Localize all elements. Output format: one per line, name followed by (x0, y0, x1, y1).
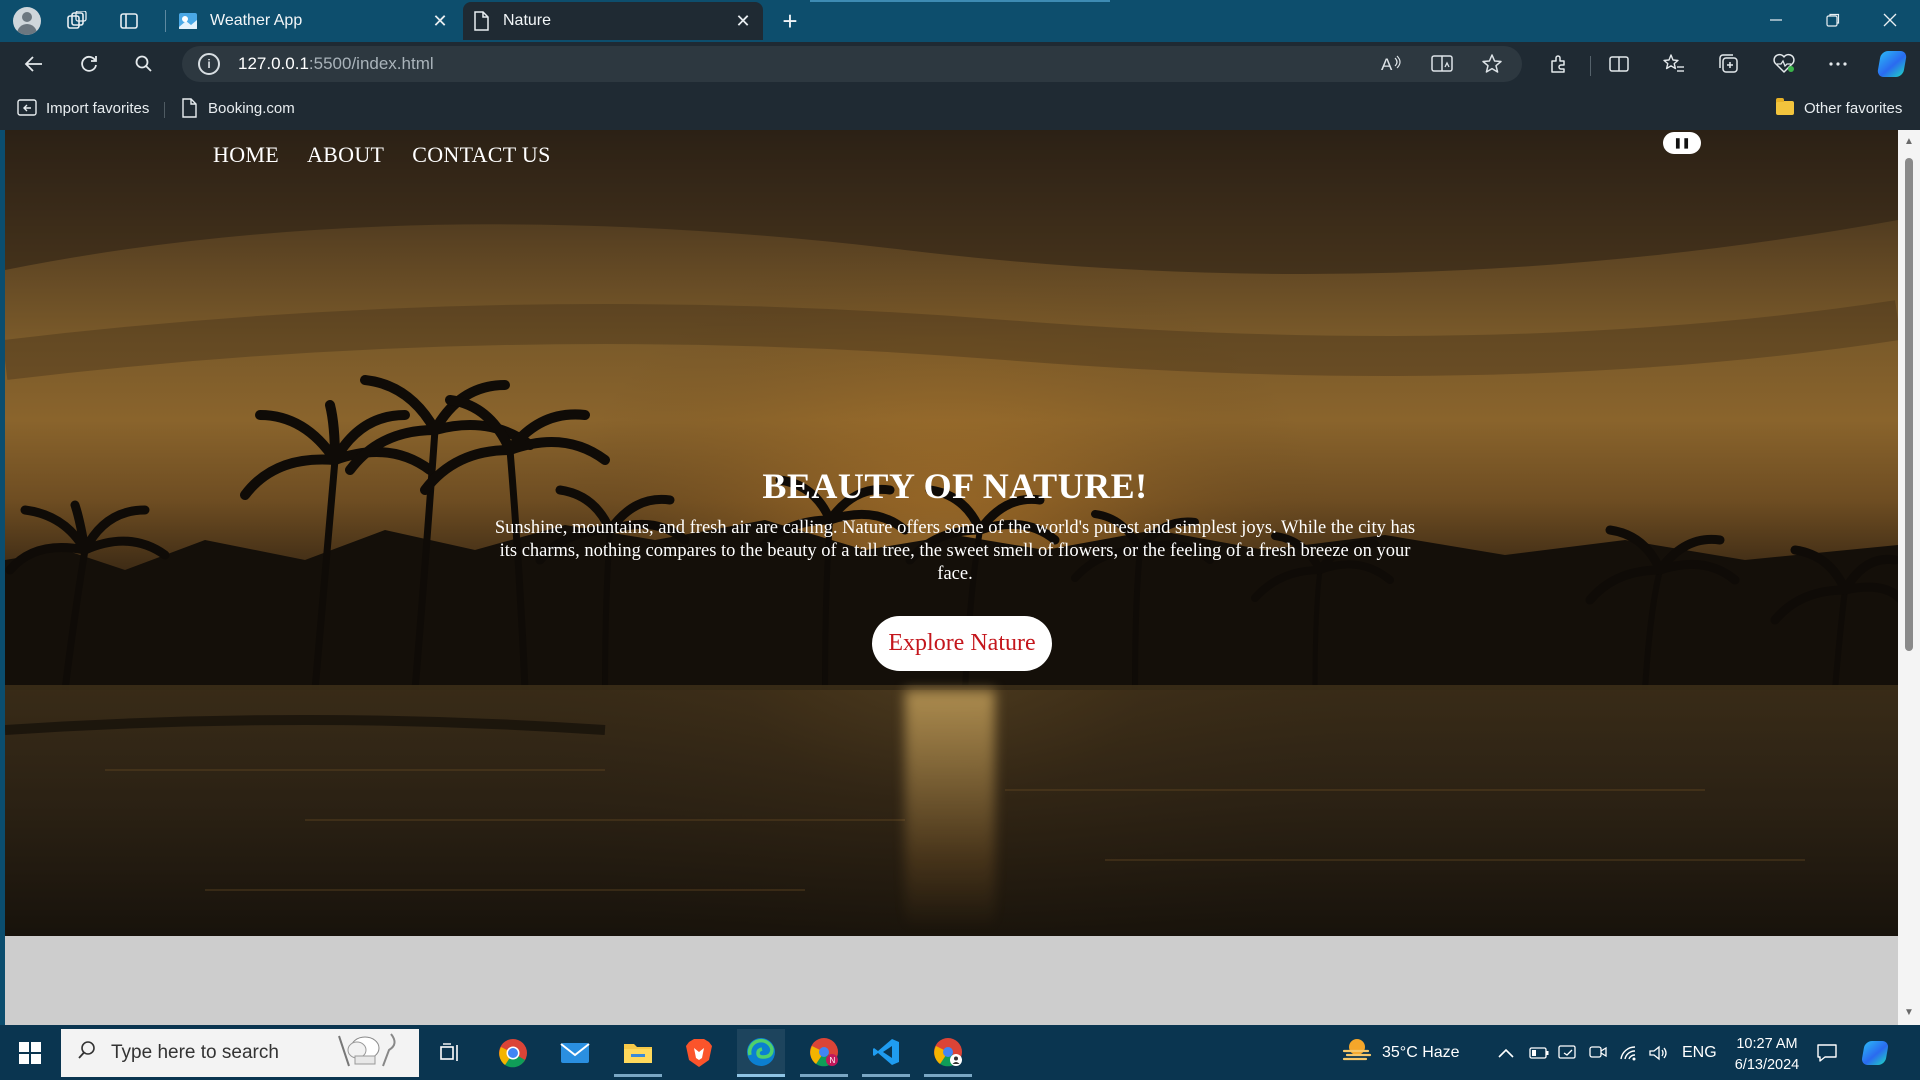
task-view-icon[interactable] (426, 1029, 474, 1077)
volume-icon[interactable] (1648, 1025, 1668, 1080)
show-hidden-icons-icon[interactable] (1498, 1025, 1514, 1080)
copilot-taskbar-icon[interactable] (1860, 1025, 1890, 1080)
explore-nature-button[interactable]: Explore Nature (872, 616, 1052, 671)
system-clock[interactable]: 10:27 AM 6/13/2024 (1720, 1034, 1814, 1076)
camera-icon[interactable] (1589, 1025, 1607, 1080)
weather-widget[interactable]: 35°C Haze (1342, 1025, 1460, 1080)
screen: Weather App ✕ Nature ✕ + i 127.0.0.1:550… (0, 0, 1920, 1080)
search-icon (77, 1040, 97, 1066)
browser-essentials-icon[interactable] (1766, 46, 1802, 82)
page-scrollbar[interactable]: ▲ ▼ (1898, 130, 1920, 1025)
close-tab-icon[interactable]: ✕ (428, 9, 452, 33)
taskbar-search-input[interactable]: Type here to search (61, 1029, 419, 1077)
url-text: 127.0.0.1:5500/index.html (238, 54, 434, 73)
notifications-icon[interactable] (1816, 1025, 1838, 1080)
tab-separator (165, 10, 166, 32)
nav-about-link[interactable]: ABOUT (307, 142, 384, 168)
avatar (13, 7, 41, 35)
chrome-profile-icon[interactable]: N (800, 1029, 848, 1077)
toolbar-divider (1590, 56, 1591, 76)
scroll-down-icon[interactable]: ▼ (1902, 1005, 1916, 1019)
profile-button[interactable] (10, 5, 44, 37)
hero-description: Sunshine, mountains, and fresh air are c… (494, 518, 1416, 584)
other-favorites-label: Other favorites (1804, 99, 1903, 117)
clock-date: 6/13/2024 (1734, 1057, 1800, 1073)
battery-icon[interactable] (1529, 1025, 1549, 1080)
mail-icon[interactable] (551, 1029, 599, 1077)
workspaces-icon[interactable] (60, 5, 94, 37)
import-favorites-label: Import favorites (46, 99, 150, 117)
clock-time: 10:27 AM (1736, 1036, 1798, 1052)
scroll-up-icon[interactable]: ▲ (1902, 134, 1916, 148)
page-viewport: HOME ABOUT CONTACT US ❚❚ BEAUTY OF NATUR… (5, 130, 1898, 1025)
refresh-button[interactable] (71, 46, 107, 82)
folder-icon (1774, 97, 1796, 119)
sun-reflection (905, 690, 995, 930)
browser-toolbar: i 127.0.0.1:5500/index.html A (0, 42, 1920, 86)
edge-icon[interactable] (737, 1029, 785, 1077)
page-icon (178, 97, 200, 119)
svg-text:A: A (1381, 55, 1393, 74)
wifi-icon[interactable] (1619, 1025, 1639, 1080)
copilot-icon[interactable] (1874, 46, 1910, 82)
site-info-icon[interactable]: i (198, 53, 220, 75)
page-icon (471, 11, 491, 31)
nav-home-link[interactable]: HOME (213, 142, 279, 168)
other-favorites-folder[interactable]: Other favorites (1774, 96, 1902, 120)
pause-toggle-button[interactable]: ❚❚ (1663, 132, 1701, 154)
windows-start-icon[interactable] (6, 1029, 54, 1077)
search-placeholder: Type here to search (111, 1042, 279, 1063)
favorites-separator (164, 102, 165, 118)
nav-contact-link[interactable]: CONTACT US (412, 142, 550, 168)
language-indicator[interactable]: ENG (1682, 1025, 1717, 1080)
close-tab-icon[interactable]: ✕ (731, 9, 755, 33)
hero-title: BEAUTY OF NATURE! (762, 466, 1148, 506)
split-screen-icon[interactable] (1601, 46, 1637, 82)
brave-icon[interactable] (675, 1029, 723, 1077)
favorites-bar: Import favorites Booking.com Other favor… (0, 86, 1920, 130)
loading-indicator (810, 0, 1110, 2)
main-nav: HOME ABOUT CONTACT US (213, 142, 551, 168)
browser-title-bar: Weather App ✕ Nature ✕ + (0, 0, 1920, 42)
tab-nature[interactable]: Nature ✕ (463, 2, 763, 40)
import-favorites-link[interactable]: Import favorites (16, 96, 149, 120)
immersive-reader-icon[interactable] (1424, 46, 1460, 82)
back-button[interactable] (16, 46, 52, 82)
address-bar[interactable]: i 127.0.0.1:5500/index.html A (182, 46, 1522, 82)
extensions-icon[interactable] (1541, 46, 1577, 82)
booking-link[interactable]: Booking.com (178, 96, 295, 120)
search-icon[interactable] (126, 46, 162, 82)
tab-actions-icon[interactable] (112, 5, 146, 37)
scrollbar-thumb[interactable] (1905, 158, 1913, 651)
chef-hat-search-highlight-icon (329, 1030, 409, 1076)
haze-weather-icon (1342, 1037, 1372, 1068)
collections-icon[interactable] (1711, 46, 1747, 82)
chrome-profile-2-icon[interactable] (924, 1029, 972, 1077)
tab-title: Nature (503, 12, 552, 29)
favorite-star-icon[interactable] (1474, 46, 1510, 82)
more-options-icon[interactable] (1820, 46, 1856, 82)
favorites-icon[interactable] (1656, 46, 1692, 82)
weather-app-favicon-icon (178, 11, 198, 31)
new-tab-button[interactable]: + (772, 5, 808, 37)
import-favorites-icon (16, 97, 38, 119)
svg-text:N: N (830, 1056, 836, 1065)
vscode-icon[interactable] (862, 1029, 910, 1077)
meet-now-icon[interactable] (1558, 1025, 1578, 1080)
booking-label: Booking.com (208, 99, 295, 117)
read-aloud-icon[interactable]: A (1374, 46, 1410, 82)
tab-title: Weather App (210, 12, 303, 29)
weather-text: 35°C Haze (1382, 1043, 1460, 1061)
file-explorer-icon[interactable] (614, 1029, 662, 1077)
tab-weather-app[interactable]: Weather App ✕ (170, 2, 460, 40)
minimize-button[interactable] (1748, 0, 1804, 40)
close-window-button[interactable] (1862, 0, 1918, 40)
hero-content: BEAUTY OF NATURE! Sunshine, mountains, a… (485, 465, 1425, 586)
restore-button[interactable] (1805, 0, 1861, 40)
windows-taskbar: Type here to search N 35°C Haze ENG 10:2… (0, 1025, 1920, 1080)
chrome-icon[interactable] (489, 1029, 537, 1077)
hero-section: HOME ABOUT CONTACT US ❚❚ BEAUTY OF NATUR… (5, 130, 1898, 936)
